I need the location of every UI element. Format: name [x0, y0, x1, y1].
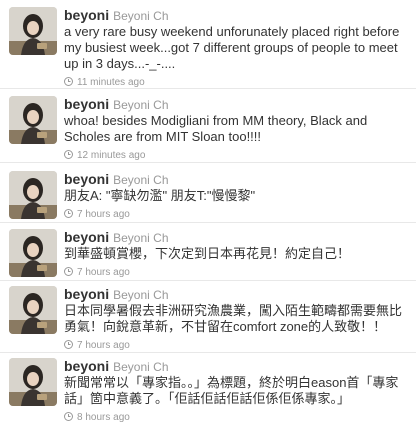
tweet-header: beyoni Beyoni Ch [64, 358, 410, 374]
screen-name[interactable]: beyoni [64, 358, 109, 374]
clock-icon [64, 410, 73, 423]
avatar-photo-icon [9, 358, 57, 406]
avatar-photo-icon [9, 96, 57, 144]
clock-icon [64, 207, 73, 220]
full-name: Beyoni Ch [113, 360, 169, 374]
screen-name[interactable]: beyoni [64, 7, 109, 23]
tweet-text: 新聞常常以「專家指。。」為標題，終於明白eason首「專家話」箇中意義了。「佢話… [64, 375, 399, 406]
full-name: Beyoni Ch [113, 231, 169, 245]
tweet-text: 到華盛頓賞櫻，下次定到日本再花見！約定自己！ [64, 246, 351, 261]
clock-icon [64, 75, 73, 88]
divider [0, 222, 416, 223]
timestamp-link[interactable]: 7 hours ago [77, 209, 130, 220]
screen-name[interactable]: beyoni [64, 286, 109, 302]
screen-name[interactable]: beyoni [64, 171, 109, 187]
tweet-meta: 7 hours ago [64, 264, 410, 278]
avatar[interactable] [9, 358, 57, 406]
tweet-text: 朋友A: "寧缺勿濫" 朋友T:"慢慢黎" [64, 188, 256, 203]
avatar[interactable] [9, 7, 57, 55]
tweet-text: 日本同學暑假去非洲研究漁農業，闖入陌生範疇都需要無比勇氣！向銳意革新，不甘留在c… [64, 303, 403, 334]
tweet-header: beyoni Beyoni Ch [64, 286, 410, 302]
divider [0, 352, 416, 353]
divider [0, 162, 416, 163]
avatar-photo-icon [9, 229, 57, 277]
tweet-header: beyoni Beyoni Ch [64, 229, 410, 245]
tweet-feed: beyoni Beyoni Ch a very rare busy weekend… [0, 0, 416, 423]
tweet-text: whoa! besides Modigliani from MM theory,… [64, 113, 368, 144]
full-name: Beyoni Ch [113, 98, 169, 112]
screen-name[interactable]: beyoni [64, 96, 109, 112]
clock-icon [64, 148, 73, 161]
tweet-meta: 12 minutes ago [64, 147, 410, 161]
tweet-meta: 7 hours ago [64, 337, 410, 351]
tweet-meta: 11 minutes ago [64, 74, 410, 88]
clock-icon [64, 265, 73, 278]
avatar[interactable] [9, 229, 57, 277]
avatar-photo-icon [9, 286, 57, 334]
timestamp-link[interactable]: 8 hours ago [77, 412, 130, 423]
full-name: Beyoni Ch [113, 288, 169, 302]
screen-name[interactable]: beyoni [64, 229, 109, 245]
divider [0, 88, 416, 89]
avatar-photo-icon [9, 171, 57, 219]
clock-icon [64, 338, 73, 351]
timestamp-link[interactable]: 12 minutes ago [77, 150, 145, 161]
avatar[interactable] [9, 96, 57, 144]
tweet-meta: 7 hours ago [64, 206, 410, 220]
tweet-header: beyoni Beyoni Ch [64, 7, 410, 23]
tweet-text: a very rare busy weekend unforunately pl… [64, 24, 400, 71]
avatar[interactable] [9, 171, 57, 219]
tweet-header: beyoni Beyoni Ch [64, 171, 410, 187]
full-name: Beyoni Ch [113, 173, 169, 187]
timestamp-link[interactable]: 11 minutes ago [77, 77, 145, 88]
full-name: Beyoni Ch [113, 9, 169, 23]
avatar-photo-icon [9, 7, 57, 55]
tweet-meta: 8 hours ago [64, 409, 410, 423]
timestamp-link[interactable]: 7 hours ago [77, 340, 130, 351]
tweet-header: beyoni Beyoni Ch [64, 96, 410, 112]
avatar[interactable] [9, 286, 57, 334]
divider [0, 280, 416, 281]
timestamp-link[interactable]: 7 hours ago [77, 267, 130, 278]
